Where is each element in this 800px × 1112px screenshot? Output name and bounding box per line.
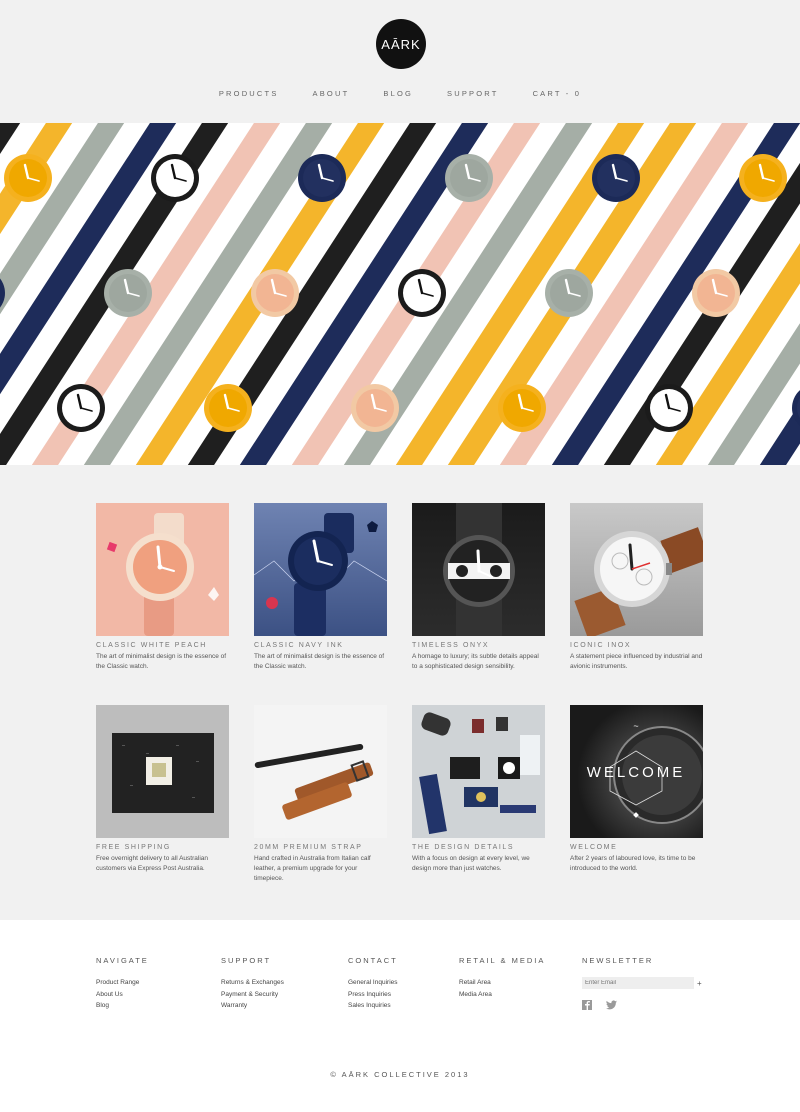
feature-card-free-shipping[interactable]: FREE SHIPPING Free overnight delivery to… [96,705,229,874]
feature-image[interactable] [412,705,545,838]
product-card-classic-white-peach[interactable]: CLASSIC WHITE PEACH The art of minimalis… [96,503,229,672]
nav-blog[interactable]: BLOG [383,89,413,98]
footer-newsletter: NEWSLETTER + [582,956,702,1015]
footer-support: SUPPORT Returns & Exchanges Payment & Se… [221,956,284,1012]
hero-banner [0,123,800,465]
product-description: A homage to luxury; its subtle details a… [412,653,539,670]
feature-image[interactable]: ~ WELCOME [570,705,703,838]
footer-link-warranty[interactable]: Warranty [221,1000,284,1012]
feature-description: With a focus on design at every level, w… [412,855,530,872]
feature-description: Free overnight delivery to all Australia… [96,855,209,872]
feature-title[interactable]: WELCOME [570,844,703,851]
product-title[interactable]: TIMELESS ONYX [412,642,545,649]
footer-link-product-range[interactable]: Product Range [96,977,149,989]
feature-title[interactable]: 20MM PREMIUM STRAP [254,844,387,851]
product-image[interactable] [570,503,703,636]
nav-support[interactable]: SUPPORT [447,89,499,98]
footer-link-retail-area[interactable]: Retail Area [459,977,545,989]
feature-image[interactable] [254,705,387,838]
welcome-overlay-text: WELCOME [587,764,686,781]
site-header: AĀRK PRODUCTS ABOUT BLOG SUPPORT CART - … [0,0,800,123]
hero-watch-pattern [0,123,800,465]
footer-heading: NAVIGATE [96,956,149,965]
footer-link-general[interactable]: General Inquiries [348,977,398,989]
footer-navigate: NAVIGATE Product Range About Us Blog [96,956,149,1012]
footer-contact: CONTACT General Inquiries Press Inquirie… [348,956,398,1012]
footer-link-about-us[interactable]: About Us [96,989,149,1001]
svg-text:~: ~ [633,721,638,731]
feature-card-premium-strap[interactable]: 20MM PREMIUM STRAP Hand crafted in Austr… [254,705,387,884]
nav-cart[interactable]: CART - 0 [533,89,582,98]
footer-heading: RETAIL & MEDIA [459,956,546,965]
product-card-timeless-onyx[interactable]: TIMELESS ONYX A homage to luxury; its su… [412,503,545,672]
product-card-iconic-inox[interactable]: ICONIC INOX A statement piece influenced… [570,503,703,672]
feature-image[interactable] [96,705,229,838]
feature-title[interactable]: FREE SHIPPING [96,844,229,851]
footer-link-blog[interactable]: Blog [96,1000,149,1012]
site-footer: NAVIGATE Product Range About Us Blog SUP… [0,920,800,1112]
brand-logo[interactable]: AĀRK [376,19,426,69]
footer-heading: NEWSLETTER [582,956,654,965]
footer-link-media-area[interactable]: Media Area [459,989,545,1001]
product-card-classic-navy-ink[interactable]: CLASSIC NAVY INK The art of minimalist d… [254,503,387,672]
footer-heading: SUPPORT [221,956,272,965]
copyright-text: © AĀRK COLLECTIVE 2013 [330,1070,470,1079]
footer-heading: CONTACT [348,956,398,965]
feature-card-welcome[interactable]: ~ WELCOME WELCOME After 2 years of labou… [570,705,703,874]
product-description: The art of minimalist design is the esse… [96,653,227,670]
nav-products[interactable]: PRODUCTS [219,89,279,98]
social-links [582,997,702,1015]
nav-about[interactable]: ABOUT [313,89,350,98]
footer-link-payment[interactable]: Payment & Security [221,989,284,1001]
product-title[interactable]: CLASSIC WHITE PEACH [96,642,229,649]
newsletter-email-input[interactable] [582,977,694,989]
footer-link-sales[interactable]: Sales Inquiries [348,1000,398,1012]
product-title[interactable]: ICONIC INOX [570,642,703,649]
feature-title[interactable]: THE DESIGN DETAILS [412,844,545,851]
main-nav: PRODUCTS ABOUT BLOG SUPPORT CART - 0 [0,89,800,98]
footer-link-press[interactable]: Press Inquiries [348,989,398,1001]
twitter-icon[interactable] [606,997,617,1015]
feature-description: After 2 years of laboured love, its time… [570,855,696,872]
product-title[interactable]: CLASSIC NAVY INK [254,642,387,649]
product-image[interactable] [254,503,387,636]
footer-link-returns[interactable]: Returns & Exchanges [221,977,284,989]
feature-card-design-details[interactable]: THE DESIGN DETAILS With a focus on desig… [412,705,545,874]
feature-description: Hand crafted in Australia from Italian c… [254,855,371,882]
product-description: The art of minimalist design is the esse… [254,653,385,670]
product-image[interactable] [96,503,229,636]
facebook-icon[interactable] [582,997,592,1015]
newsletter-submit-button[interactable]: + [697,979,702,988]
footer-retail-media: RETAIL & MEDIA Retail Area Media Area [459,956,545,1000]
product-description: A statement piece influenced by industri… [570,653,703,670]
product-image[interactable] [412,503,545,636]
